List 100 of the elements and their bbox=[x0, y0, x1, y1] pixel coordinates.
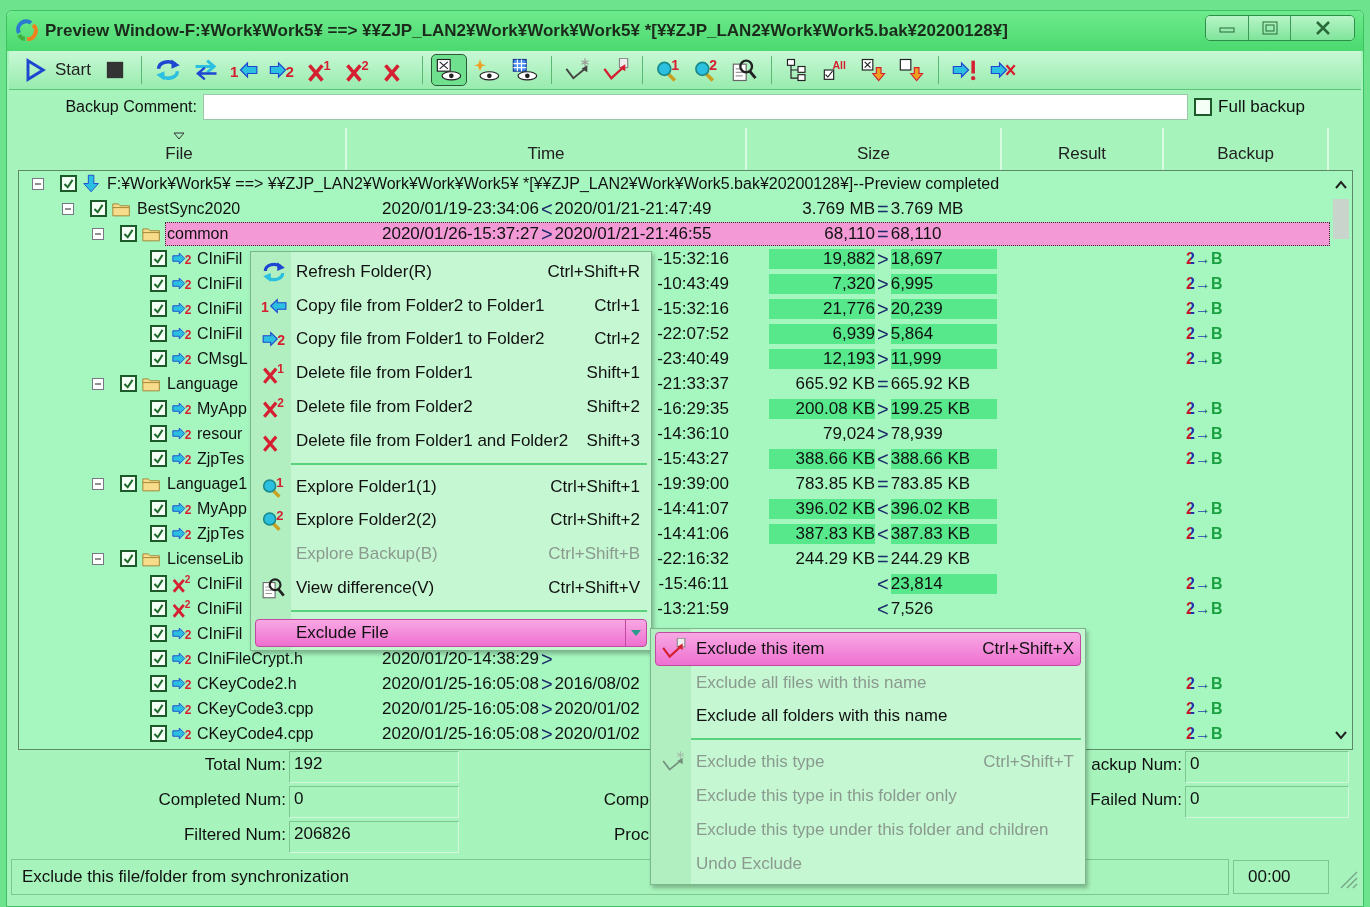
size-text: 387.83 KB bbox=[769, 523, 875, 544]
comparison-symbol: > bbox=[876, 248, 890, 269]
menu-item[interactable]: 2 Delete file from Folder2 Shift+2 bbox=[255, 390, 647, 424]
checkbox[interactable] bbox=[150, 625, 167, 642]
number-field: 0 bbox=[1185, 786, 1349, 818]
maximize-icon bbox=[1261, 21, 1278, 35]
time-text: -22:16:32 bbox=[657, 548, 729, 569]
eye-icon bbox=[472, 58, 501, 82]
menu-item[interactable]: 1 Explore Folder1(1) Ctrl+Shift+1 bbox=[255, 469, 647, 504]
menu-item[interactable]: 1 Copy file from Folder2 to Folder1 Ctrl+1 bbox=[255, 288, 647, 323]
checkbox[interactable] bbox=[150, 425, 167, 442]
file-name: CIniFil bbox=[196, 299, 243, 318]
document-magnifier-icon bbox=[261, 577, 287, 600]
comparison-symbol: = bbox=[876, 548, 890, 569]
menu-item[interactable]: Exclude File bbox=[255, 618, 647, 647]
file-name: CIniFil bbox=[196, 624, 243, 643]
time-text: -16:29:35 bbox=[657, 398, 729, 419]
check-arrow-icon bbox=[661, 637, 687, 660]
size-text: 79,024 bbox=[822, 423, 875, 444]
file-name: ZjpTes bbox=[196, 524, 245, 543]
time-text: -15:32:16 bbox=[657, 248, 729, 269]
close-button[interactable] bbox=[1290, 16, 1354, 40]
file-name: MyApp bbox=[196, 499, 247, 518]
comparison-symbol: > bbox=[876, 323, 890, 344]
collapse-icon[interactable] bbox=[62, 202, 74, 215]
time-text: -13:21:59 bbox=[657, 598, 729, 619]
checkbox[interactable] bbox=[120, 375, 137, 392]
time-text: 2020/01/21-21:47:49 bbox=[554, 198, 712, 219]
checkbox[interactable] bbox=[150, 675, 167, 692]
menu-item[interactable]: 2 Copy file from Folder1 to Folder2 Ctrl+2 bbox=[255, 322, 647, 357]
time-text: 2016/08/02 bbox=[554, 673, 640, 694]
number-field: 206826 bbox=[289, 821, 459, 853]
collapse-icon[interactable] bbox=[92, 552, 104, 565]
maximize-button[interactable] bbox=[1248, 16, 1290, 40]
checkbox[interactable] bbox=[120, 550, 137, 567]
file-name: CKeyCode2.h bbox=[196, 674, 297, 693]
size-text: 20,239 bbox=[890, 298, 997, 319]
menu-item[interactable]: 1 Delete file from Folder1 Shift+1 bbox=[255, 356, 647, 391]
field-label: Failed Num: bbox=[1089, 789, 1182, 811]
menu-item[interactable]: Refresh Folder(R) Ctrl+Shift+R bbox=[255, 255, 647, 289]
scroll-up-icon[interactable] bbox=[1334, 179, 1348, 191]
toolbar-button[interactable] bbox=[430, 54, 467, 86]
checkbox[interactable] bbox=[150, 525, 167, 542]
checkbox[interactable] bbox=[120, 475, 137, 492]
checkbox[interactable] bbox=[150, 650, 167, 667]
field-label: Filtered Num: bbox=[182, 824, 286, 846]
checkbox[interactable] bbox=[120, 225, 137, 242]
app-logo-icon bbox=[15, 19, 39, 43]
comparison-symbol: < bbox=[876, 498, 890, 519]
field-label: Completed Num: bbox=[157, 789, 286, 811]
checkbox[interactable] bbox=[150, 450, 167, 467]
size-text: 199.25 KB bbox=[890, 398, 997, 419]
tree-row[interactable]: common 2020/01/26-15:37:27>2020/01/21-21:46:55 68,110=68,110 bbox=[165, 221, 1330, 246]
checkbox[interactable] bbox=[60, 175, 77, 192]
size-text: 11,999 bbox=[890, 348, 997, 369]
time-text: -19:39:00 bbox=[657, 473, 729, 494]
checkbox[interactable] bbox=[150, 725, 167, 742]
time-text: -14:36:10 bbox=[657, 423, 729, 444]
number-field: 0 bbox=[1185, 751, 1349, 783]
size-text: 21,776 bbox=[769, 298, 875, 319]
collapse-icon[interactable] bbox=[92, 477, 104, 490]
number-field: 192 bbox=[289, 751, 459, 783]
checkbox[interactable] bbox=[90, 200, 107, 217]
checkbox[interactable] bbox=[150, 700, 167, 717]
scroll-down-icon[interactable] bbox=[1334, 729, 1348, 741]
collapse-icon[interactable] bbox=[92, 227, 104, 240]
file-name: common bbox=[166, 224, 229, 243]
check-arrow-icon bbox=[601, 58, 630, 82]
comment-field[interactable] bbox=[203, 94, 1189, 120]
eye-icon bbox=[434, 58, 463, 82]
checkbox[interactable] bbox=[150, 400, 167, 417]
checkbox[interactable] bbox=[150, 500, 167, 517]
menu-item[interactable]: Exclude this item Ctrl+Shift+X bbox=[655, 632, 1081, 666]
file-name: CKeyCode4.cpp bbox=[196, 724, 314, 743]
menu-item[interactable]: Exclude all folders with this name bbox=[655, 699, 1081, 734]
checkbox-label: Full backup bbox=[1218, 97, 1305, 117]
comparison-symbol: > bbox=[539, 698, 554, 719]
collapse-icon[interactable] bbox=[32, 177, 44, 190]
checkbox[interactable] bbox=[1194, 98, 1213, 116]
comparison-symbol: < bbox=[539, 198, 554, 219]
time-text: -22:07:52 bbox=[657, 323, 729, 344]
checkbox[interactable] bbox=[150, 250, 167, 267]
checkbox[interactable] bbox=[150, 300, 167, 317]
size-text: 7,320 bbox=[769, 273, 875, 294]
menu-item[interactable]: View difference(V) Ctrl+Shift+V bbox=[255, 571, 647, 605]
start-button[interactable]: Start bbox=[17, 54, 95, 86]
scrollbar-thumb[interactable] bbox=[1333, 199, 1349, 239]
checkbox[interactable] bbox=[150, 325, 167, 342]
file-name: Language bbox=[166, 374, 239, 393]
size-text: 244.29 KB bbox=[794, 548, 875, 569]
size-text: 244.29 KB bbox=[890, 548, 972, 569]
menu-item[interactable]: 2 Explore Folder2(2) Ctrl+Shift+2 bbox=[255, 503, 647, 538]
collapse-icon[interactable] bbox=[92, 377, 104, 390]
menu-item[interactable]: Delete file from Folder1 and Folder2 Shift+3 bbox=[255, 424, 647, 458]
size-text: 12,193 bbox=[769, 348, 875, 369]
checkbox[interactable] bbox=[150, 600, 167, 617]
checkbox[interactable] bbox=[150, 275, 167, 292]
file-name: BestSync2020 bbox=[136, 199, 241, 218]
checkbox[interactable] bbox=[150, 575, 167, 592]
checkbox[interactable] bbox=[150, 350, 167, 367]
